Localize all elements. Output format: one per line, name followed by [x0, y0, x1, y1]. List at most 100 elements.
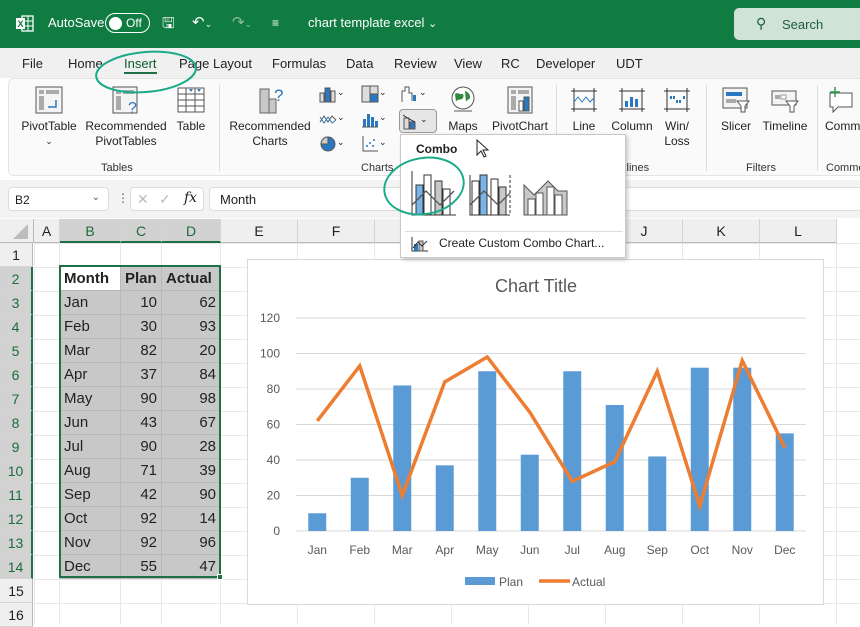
- column-header-f[interactable]: F: [298, 219, 375, 243]
- row-header-9[interactable]: 9: [0, 435, 33, 459]
- table-cell[interactable]: 14: [162, 507, 221, 531]
- sparkline-column-button[interactable]: Column: [607, 85, 657, 134]
- save-icon[interactable]: 🖫: [162, 13, 175, 38]
- table-cell[interactable]: 96: [162, 531, 221, 555]
- row-header-16[interactable]: 16: [0, 603, 33, 627]
- tab-insert[interactable]: Insert: [124, 56, 157, 71]
- name-box[interactable]: B2 ⌄: [8, 187, 109, 211]
- table-button[interactable]: Table: [173, 85, 209, 134]
- cancel-icon[interactable]: ✕: [137, 191, 149, 208]
- table-header-cell[interactable]: Month: [60, 267, 121, 291]
- create-custom-combo-chart[interactable]: Create Custom Combo Chart...: [411, 236, 604, 255]
- tab-rc[interactable]: RC: [501, 56, 520, 71]
- table-cell[interactable]: 39: [162, 459, 221, 483]
- table-header-cell[interactable]: Actual: [162, 267, 221, 291]
- row-header-5[interactable]: 5: [0, 339, 33, 363]
- select-all-corner[interactable]: [0, 219, 34, 243]
- row-header-4[interactable]: 4: [0, 315, 33, 339]
- combo-option-clustered-column-line[interactable]: [409, 163, 463, 219]
- table-cell[interactable]: Jul: [60, 435, 121, 459]
- redo-icon[interactable]: ↷⌄: [232, 13, 252, 31]
- row-header-15[interactable]: 15: [0, 579, 33, 603]
- table-cell[interactable]: 84: [162, 363, 221, 387]
- row-header-3[interactable]: 3: [0, 291, 33, 315]
- table-cell[interactable]: 28: [162, 435, 221, 459]
- table-cell[interactable]: Apr: [60, 363, 121, 387]
- tab-home[interactable]: Home: [68, 56, 103, 71]
- table-cell[interactable]: Jun: [60, 411, 121, 435]
- row-header-1[interactable]: 1: [0, 243, 33, 267]
- pivottable-button[interactable]: PivotTable ⌄: [21, 85, 77, 149]
- table-cell[interactable]: 90: [162, 483, 221, 507]
- line-chart-button[interactable]: ⌄: [319, 110, 353, 132]
- column-header-l[interactable]: L: [760, 219, 837, 243]
- table-cell[interactable]: 47: [162, 555, 221, 579]
- row-header-6[interactable]: 6: [0, 363, 33, 387]
- enter-icon[interactable]: ✓: [159, 191, 171, 208]
- table-cell[interactable]: 10: [121, 291, 162, 315]
- table-cell[interactable]: 98: [162, 387, 221, 411]
- column-header-e[interactable]: E: [221, 219, 298, 243]
- table-cell[interactable]: Sep: [60, 483, 121, 507]
- sparkline-line-button[interactable]: Line: [564, 85, 604, 134]
- row-header-7[interactable]: 7: [0, 387, 33, 411]
- column-header-c[interactable]: C: [121, 219, 162, 243]
- search-box[interactable]: ⚲ Search: [734, 8, 860, 40]
- column-header-d[interactable]: D: [162, 219, 221, 243]
- statistic-chart-button[interactable]: ⌄: [361, 110, 395, 132]
- row-header-12[interactable]: 12: [0, 507, 33, 531]
- table-cell[interactable]: 55: [121, 555, 162, 579]
- scatter-chart-button[interactable]: ⌄: [361, 135, 395, 157]
- table-cell[interactable]: 90: [121, 435, 162, 459]
- table-cell[interactable]: 82: [121, 339, 162, 363]
- table-header-cell[interactable]: Plan: [121, 267, 162, 291]
- tab-review[interactable]: Review: [394, 56, 437, 71]
- table-cell[interactable]: 71: [121, 459, 162, 483]
- customize-quick-access-icon[interactable]: ≡: [272, 16, 279, 30]
- table-cell[interactable]: 37: [121, 363, 162, 387]
- table-cell[interactable]: 92: [121, 507, 162, 531]
- column-chart-button[interactable]: ⌄: [319, 85, 353, 107]
- table-cell[interactable]: 43: [121, 411, 162, 435]
- table-cell[interactable]: 92: [121, 531, 162, 555]
- table-cell[interactable]: May: [60, 387, 121, 411]
- table-cell[interactable]: Feb: [60, 315, 121, 339]
- tab-view[interactable]: View: [454, 56, 482, 71]
- sparkline-winloss-button[interactable]: Win/ Loss: [659, 85, 695, 149]
- tab-page-layout[interactable]: Page Layout: [179, 56, 252, 71]
- recommended-charts-button[interactable]: ? Recommended Charts: [227, 85, 313, 149]
- recommended-pivottables-button[interactable]: ? Recommended PivotTables: [83, 85, 169, 149]
- table-cell[interactable]: 93: [162, 315, 221, 339]
- row-header-13[interactable]: 13: [0, 531, 33, 555]
- comment-button[interactable]: Comm: [825, 85, 860, 134]
- tab-formulas[interactable]: Formulas: [272, 56, 326, 71]
- table-cell[interactable]: 30: [121, 315, 162, 339]
- table-cell[interactable]: 42: [121, 483, 162, 507]
- row-header-2[interactable]: 2: [0, 267, 33, 291]
- table-cell[interactable]: 62: [162, 291, 221, 315]
- pivotchart-button[interactable]: PivotChart: [487, 85, 553, 134]
- table-cell[interactable]: 20: [162, 339, 221, 363]
- table-cell[interactable]: Mar: [60, 339, 121, 363]
- maps-button[interactable]: Maps: [447, 85, 479, 134]
- table-cell[interactable]: 67: [162, 411, 221, 435]
- table-cell[interactable]: 90: [121, 387, 162, 411]
- document-title[interactable]: chart template excel ⌄: [308, 15, 437, 30]
- combo-option-secondary-axis[interactable]: [467, 163, 521, 219]
- tab-data[interactable]: Data: [346, 56, 373, 71]
- pie-chart-button[interactable]: ⌄: [319, 135, 353, 157]
- tab-file[interactable]: File: [22, 56, 43, 71]
- hierarchy-chart-button[interactable]: ⌄: [361, 85, 395, 107]
- autosave-toggle[interactable]: Off: [105, 13, 150, 33]
- table-cell[interactable]: Oct: [60, 507, 121, 531]
- chart-title[interactable]: Chart Title: [495, 276, 577, 296]
- table-cell[interactable]: Nov: [60, 531, 121, 555]
- timeline-button[interactable]: Timeline: [759, 85, 811, 134]
- row-header-11[interactable]: 11: [0, 483, 33, 507]
- table-cell[interactable]: Dec: [60, 555, 121, 579]
- waterfall-chart-button[interactable]: ⌄: [401, 85, 435, 107]
- column-header-a[interactable]: A: [34, 219, 60, 243]
- more-options-icon[interactable]: ⋮: [117, 191, 129, 205]
- slicer-button[interactable]: Slicer: [715, 85, 757, 134]
- row-header-10[interactable]: 10: [0, 459, 33, 483]
